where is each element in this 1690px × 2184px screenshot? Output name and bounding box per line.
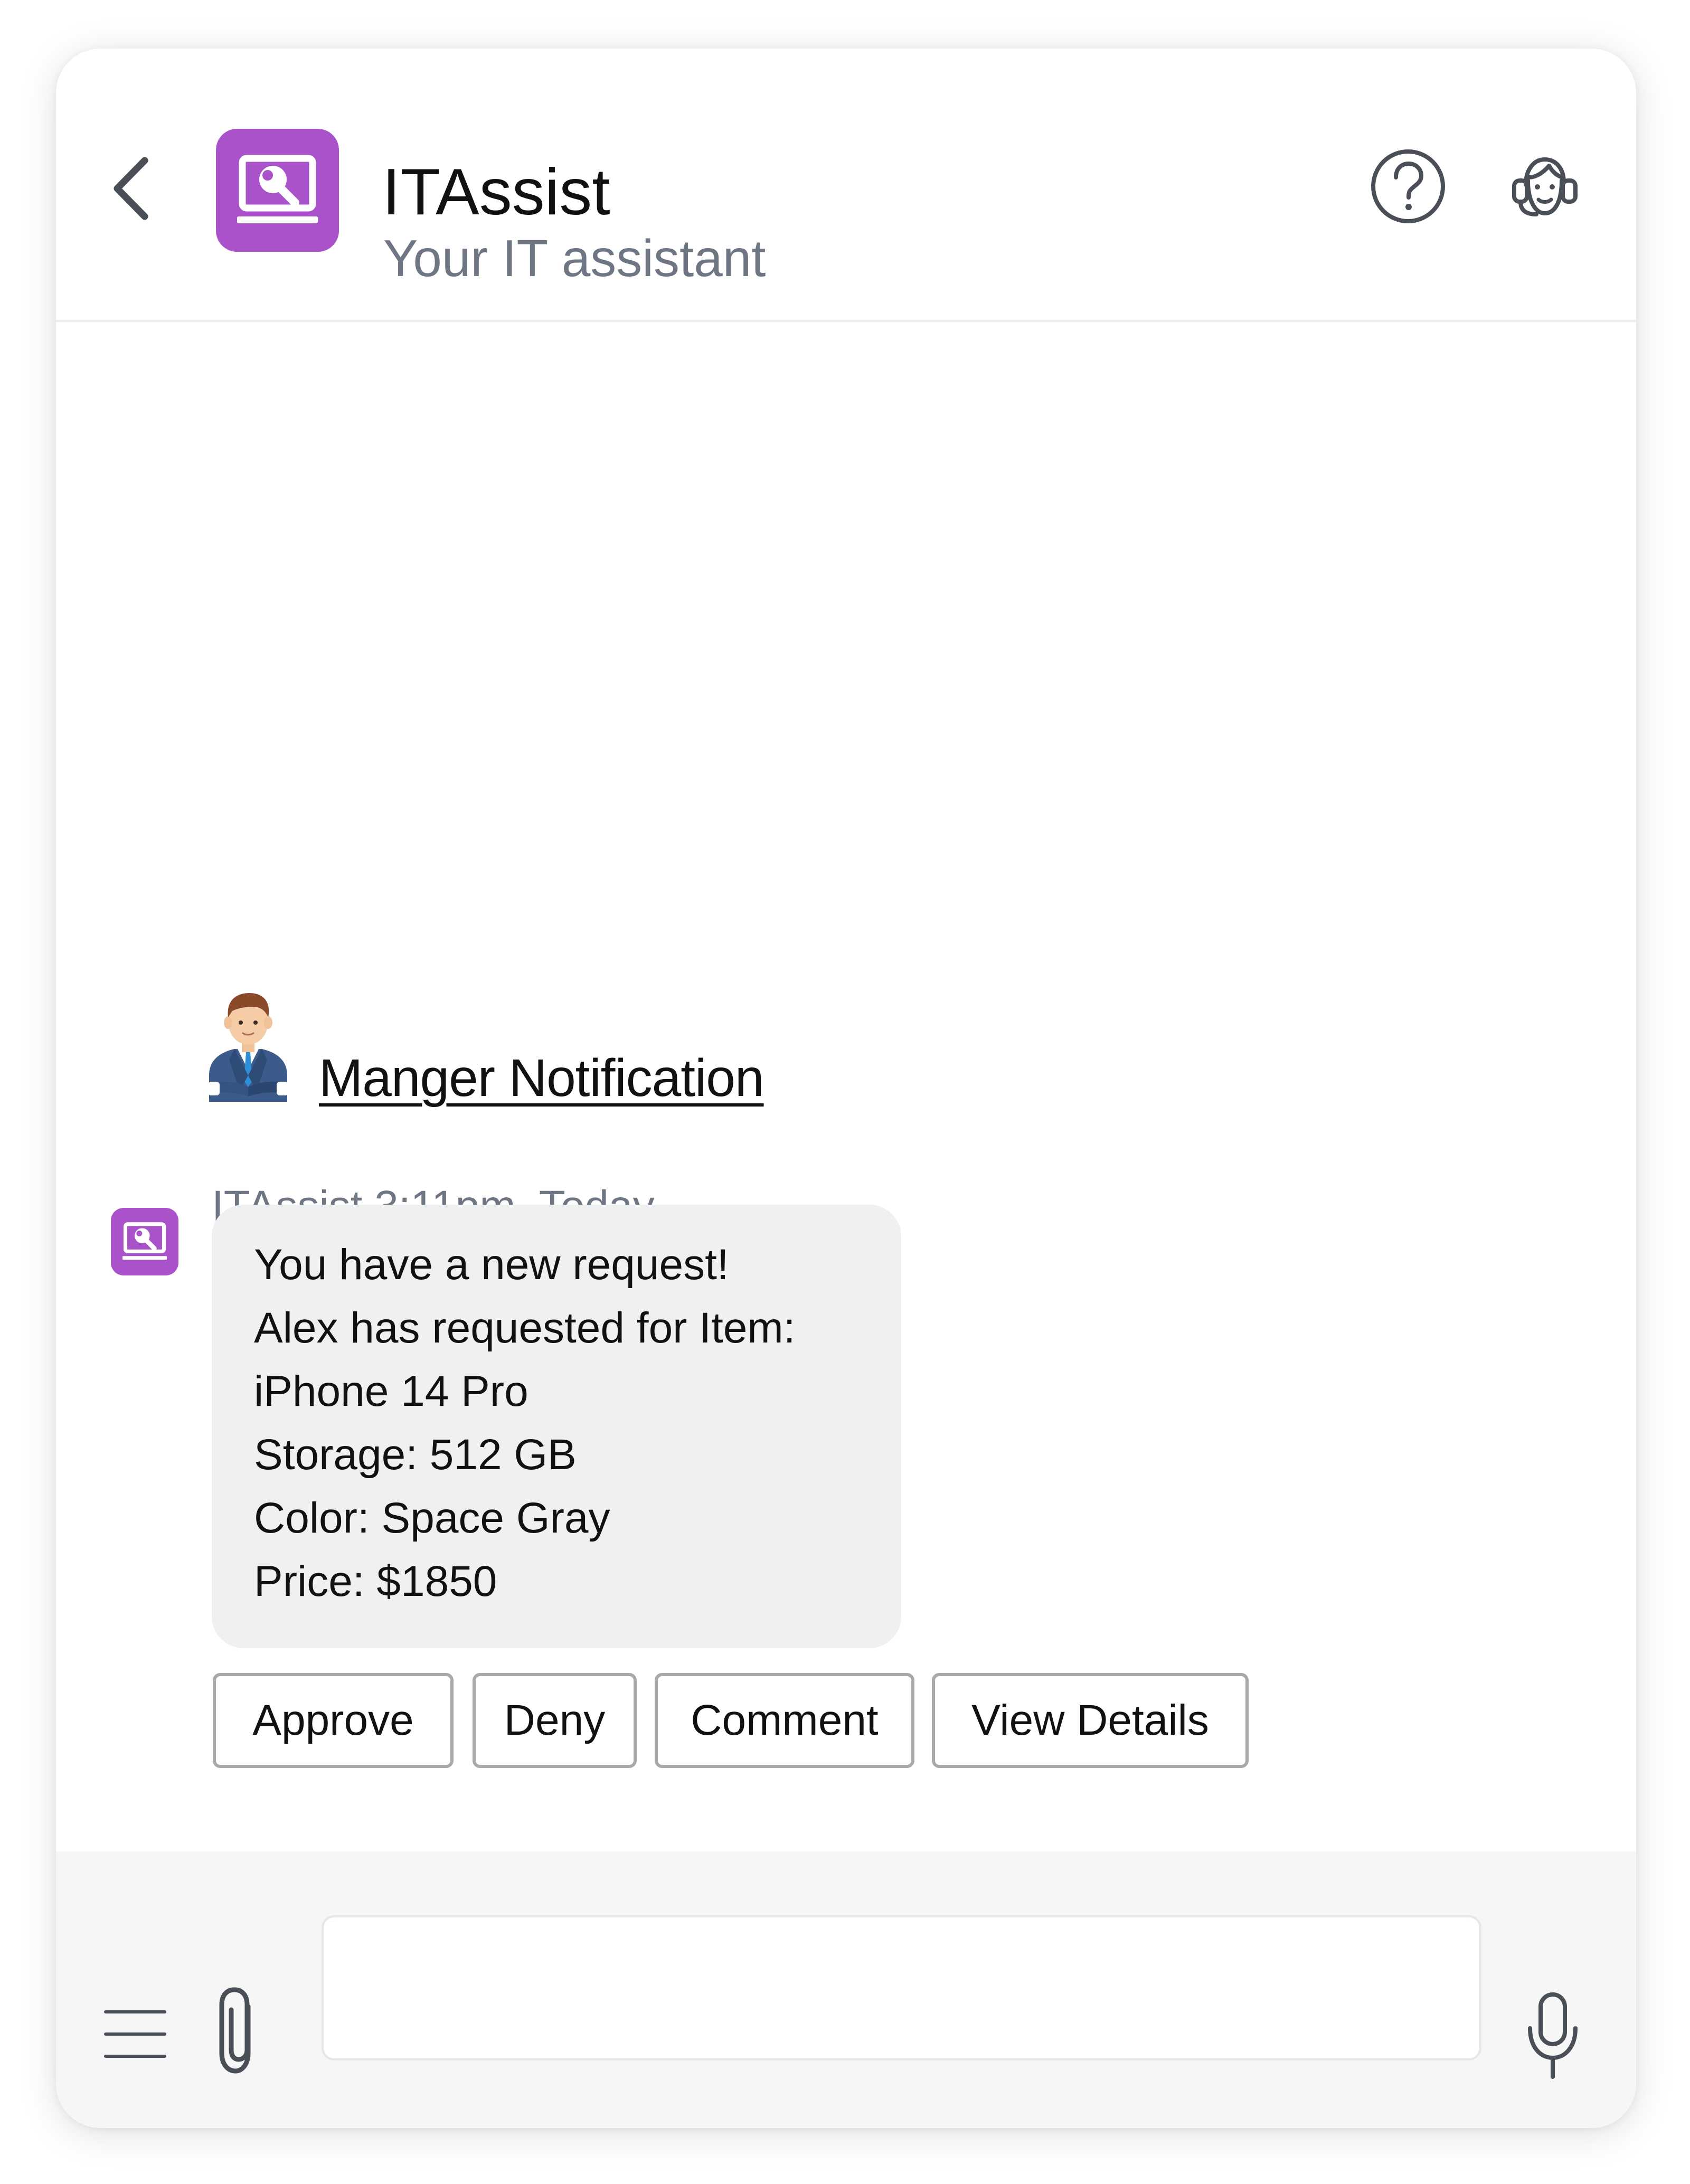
live-agent-button[interactable]: [1505, 148, 1583, 226]
laptop-wrench-icon: [237, 155, 318, 223]
message-bubble: You have a new request! Alex has request…: [212, 1205, 901, 1648]
microphone-icon: [1528, 1992, 1578, 2079]
app-title: ITAssist: [382, 156, 610, 229]
message-line: iPhone 14 Pro: [254, 1367, 528, 1415]
question-circle-icon: [1371, 149, 1445, 223]
app-logo: [216, 129, 339, 252]
view-details-button[interactable]: View Details: [932, 1673, 1249, 1768]
message-input[interactable]: [322, 1915, 1481, 2060]
live-agent-icon: [1512, 157, 1578, 216]
menu-button[interactable]: [103, 2008, 167, 2060]
microphone-button[interactable]: [1524, 1991, 1582, 2081]
manager-avatar: [205, 991, 291, 1102]
chat-window: ITAssist Your IT assistant Manger Notifi…: [56, 49, 1636, 2128]
manager-icon: [208, 993, 288, 1102]
message-line: Storage: 512 GB: [254, 1431, 577, 1479]
deny-button[interactable]: Deny: [473, 1673, 637, 1768]
composer-bar: [56, 1851, 1636, 2128]
chat-header: ITAssist Your IT assistant: [56, 49, 1636, 322]
paperclip-icon: [219, 1987, 251, 2074]
app-subtitle: Your IT assistant: [383, 229, 766, 287]
message-line: You have a new request!: [254, 1241, 729, 1289]
message-line: Alex has requested for Item:: [254, 1304, 796, 1352]
bot-avatar: [111, 1208, 178, 1275]
message-line: Color: Space Gray: [254, 1494, 610, 1542]
attach-button[interactable]: [209, 1983, 267, 2078]
manager-notification-link[interactable]: Manger Notification: [319, 1049, 764, 1107]
hamburger-menu-icon: [104, 2010, 166, 2058]
back-button[interactable]: [102, 149, 160, 228]
laptop-wrench-icon: [122, 1222, 167, 1260]
help-button[interactable]: [1368, 147, 1448, 226]
message-line: Price: $1850: [254, 1557, 497, 1605]
comment-button[interactable]: Comment: [655, 1673, 914, 1768]
chevron-left-icon: [114, 157, 148, 220]
approve-button[interactable]: Approve: [213, 1673, 454, 1768]
